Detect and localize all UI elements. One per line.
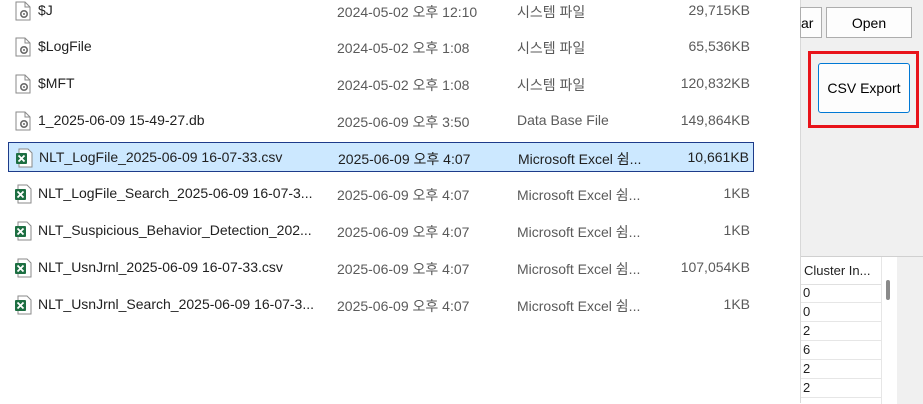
- grid-cell-value: 6: [803, 342, 811, 357]
- file-size: 120,832KB: [680, 75, 750, 91]
- file-row[interactable]: NLT_Suspicious_Behavior_Detection_202...…: [8, 216, 754, 246]
- data-grid: Cluster In... 0 0 2 6 2 2: [801, 256, 923, 404]
- excel-csv-icon: [15, 148, 33, 168]
- grid-cell[interactable]: 2: [801, 379, 881, 398]
- file-date: 2025-06-09 오후 4:07: [338, 151, 471, 167]
- grid-cell[interactable]: 6: [801, 341, 881, 360]
- file-type: 시스템 파일: [517, 77, 586, 93]
- grid-cell[interactable]: 0: [801, 284, 881, 303]
- file-row[interactable]: $MFT 2024-05-02 오후 1:08 시스템 파일 120,832KB: [8, 69, 754, 99]
- file-size: 1KB: [723, 296, 750, 312]
- file-size: 29,715KB: [688, 2, 751, 18]
- file-name: NLT_LogFile_Search_2025-06-09 16-07-3...: [38, 185, 313, 201]
- system-file-icon: [14, 111, 32, 131]
- file-size: 107,054KB: [680, 259, 750, 275]
- file-type: 시스템 파일: [517, 4, 586, 20]
- clear-button[interactable]: ar: [800, 7, 822, 38]
- file-date: 2025-06-09 오후 4:07: [337, 261, 470, 277]
- file-date: 2025-06-09 오후 3:50: [337, 114, 470, 130]
- file-date: 2024-05-02 오후 12:10: [337, 4, 478, 20]
- grid-cell-value: 2: [803, 361, 811, 376]
- csv-export-button[interactable]: CSV Export: [818, 63, 910, 113]
- excel-csv-icon: [14, 295, 32, 315]
- file-name: $LogFile: [38, 38, 92, 54]
- system-file-icon: [14, 1, 32, 21]
- excel-csv-icon: [14, 258, 32, 278]
- file-row[interactable]: $J 2024-05-02 오후 12:10 시스템 파일 29,715KB: [8, 0, 754, 26]
- grid-cell-value: 2: [803, 323, 811, 338]
- file-type: Microsoft Excel 쉼...: [517, 187, 641, 203]
- grid-column-header[interactable]: Cluster In...: [801, 257, 881, 285]
- system-file-icon: [14, 37, 32, 57]
- file-size: 65,536KB: [688, 38, 751, 54]
- file-size: 1KB: [723, 222, 750, 238]
- file-date: 2025-06-09 오후 4:07: [337, 224, 470, 240]
- csv-export-button-label: CSV Export: [827, 80, 901, 96]
- grid-scrollbar-thumb[interactable]: [886, 280, 890, 300]
- grid-scrollbar[interactable]: [881, 257, 898, 404]
- grid-cell[interactable]: 2: [801, 322, 881, 341]
- open-button[interactable]: Open: [826, 7, 912, 38]
- file-name: 1_2025-06-09 15-49-27.db: [38, 112, 205, 128]
- grid-cell[interactable]: 0: [801, 303, 881, 322]
- file-row[interactable]: NLT_LogFile_Search_2025-06-09 16-07-3...…: [8, 179, 754, 209]
- file-type: Microsoft Excel 쉼...: [517, 261, 641, 277]
- file-size: 149,864KB: [680, 112, 750, 128]
- file-date: 2024-05-02 오후 1:08: [337, 77, 470, 93]
- file-type: Data Base File: [517, 112, 609, 128]
- file-name: $J: [38, 2, 53, 18]
- excel-csv-icon: [14, 184, 32, 204]
- file-date: 2025-06-09 오후 4:07: [337, 298, 470, 314]
- file-row[interactable]: $LogFile 2024-05-02 오후 1:08 시스템 파일 65,53…: [8, 32, 754, 62]
- file-size: 1KB: [723, 185, 750, 201]
- file-row-selected[interactable]: NLT_LogFile_2025-06-09 16-07-33.csv 2025…: [8, 142, 754, 172]
- file-size: 10,661KB: [687, 149, 750, 165]
- file-list: $J 2024-05-02 오후 12:10 시스템 파일 29,715KB $…: [0, 0, 800, 403]
- clear-button-label: ar: [801, 14, 814, 31]
- file-row[interactable]: 1_2025-06-09 15-49-27.db 2025-06-09 오후 3…: [8, 106, 754, 136]
- file-type: Microsoft Excel 쉼...: [517, 298, 641, 314]
- file-name: NLT_UsnJrnl_2025-06-09 16-07-33.csv: [38, 259, 283, 275]
- file-name: NLT_UsnJrnl_Search_2025-06-09 16-07-3...: [38, 296, 315, 312]
- file-type: 시스템 파일: [517, 40, 586, 56]
- grid-cell-value: 0: [803, 285, 811, 300]
- file-type: Microsoft Excel 쉼...: [517, 224, 641, 240]
- file-name: NLT_Suspicious_Behavior_Detection_202...: [38, 222, 312, 238]
- file-name: NLT_LogFile_2025-06-09 16-07-33.csv: [39, 149, 283, 165]
- file-date: 2024-05-02 오후 1:08: [337, 40, 470, 56]
- file-name: $MFT: [38, 75, 75, 91]
- file-row[interactable]: NLT_UsnJrnl_2025-06-09 16-07-33.csv 2025…: [8, 253, 754, 283]
- file-row[interactable]: NLT_UsnJrnl_Search_2025-06-09 16-07-3...…: [8, 290, 754, 320]
- grid-cell[interactable]: 2: [801, 360, 881, 379]
- grid-cell-value: 2: [803, 380, 811, 395]
- system-file-icon: [14, 74, 32, 94]
- excel-csv-icon: [14, 221, 32, 241]
- open-button-label: Open: [851, 14, 887, 31]
- app-panel: ar Open CSV Export Cluster In... 0 0 2 6…: [800, 0, 923, 404]
- grid-column-header-label: Cluster In...: [804, 263, 871, 278]
- file-date: 2025-06-09 오후 4:07: [337, 187, 470, 203]
- file-type: Microsoft Excel 쉼...: [518, 151, 642, 167]
- grid-cell-value: 0: [803, 304, 811, 319]
- panel-background: [897, 257, 923, 404]
